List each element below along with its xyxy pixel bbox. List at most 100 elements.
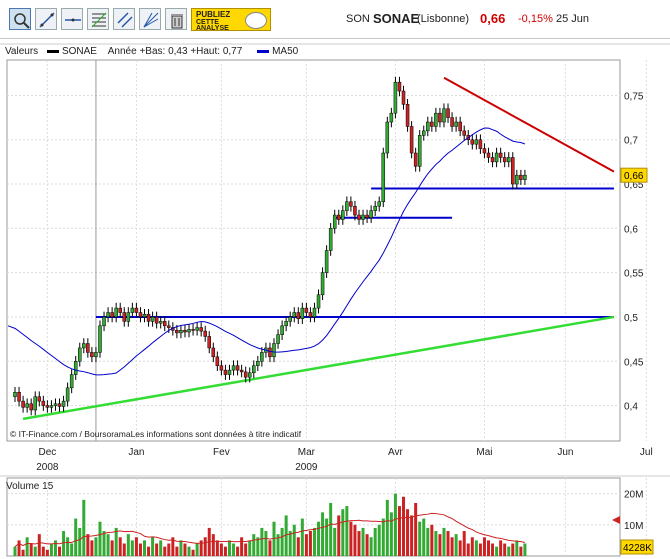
candle-body bbox=[385, 121, 390, 154]
price-tick-label: 0,55 bbox=[624, 269, 644, 280]
candle-body bbox=[191, 329, 195, 331]
volume-bar bbox=[353, 524, 357, 556]
draw-horizontal-line-button[interactable] bbox=[61, 8, 83, 30]
candle-body bbox=[426, 121, 430, 132]
candle-body bbox=[41, 400, 46, 406]
candle-body bbox=[98, 325, 102, 353]
volume-bar bbox=[329, 502, 333, 556]
volume-bar bbox=[272, 521, 276, 556]
candle-body bbox=[316, 294, 321, 309]
candle-body bbox=[470, 139, 475, 145]
candle-body bbox=[438, 112, 442, 123]
candle-body bbox=[33, 396, 37, 411]
month-tick-label: Mar bbox=[298, 447, 316, 458]
volume-bar bbox=[288, 531, 292, 556]
volume-bar bbox=[304, 534, 308, 556]
fibonacci-button[interactable] bbox=[87, 8, 109, 30]
volume-bar bbox=[240, 537, 244, 556]
volume-bar bbox=[280, 527, 284, 556]
candle-body bbox=[482, 148, 487, 154]
candle-body bbox=[353, 205, 357, 216]
candle-body bbox=[337, 214, 341, 220]
chart-legend: Valeurs SONAE Année +Bas: 0,43 +Haut: 0,… bbox=[5, 46, 298, 57]
candle-body bbox=[118, 307, 122, 313]
volume-bar bbox=[434, 531, 438, 556]
candle-body bbox=[175, 329, 179, 334]
credit-text: © IT-Finance.com / BoursoramaLes informa… bbox=[10, 429, 302, 439]
month-tick-label: Fev bbox=[213, 447, 230, 458]
volume-bar bbox=[244, 543, 248, 556]
fan-lines-button[interactable] bbox=[139, 8, 161, 30]
magnifier-icon bbox=[14, 13, 30, 29]
legend-range-text: Année +Bas: 0,43 +Haut: 0,77 bbox=[107, 46, 243, 57]
volume-bar bbox=[341, 509, 345, 556]
candle-body bbox=[381, 152, 386, 203]
candle-body bbox=[21, 400, 25, 408]
volume-label: Volume 15 bbox=[6, 481, 54, 492]
delete-drawings-button[interactable] bbox=[165, 8, 187, 30]
volume-bar bbox=[308, 531, 312, 556]
candle-body bbox=[417, 135, 422, 167]
candle-body bbox=[102, 316, 106, 327]
volume-bar bbox=[474, 540, 478, 556]
volume-bar bbox=[462, 531, 466, 556]
candle-body bbox=[373, 205, 377, 211]
volume-bar bbox=[264, 531, 268, 556]
volume-bar bbox=[118, 537, 122, 556]
publiez-line1: PUBLIEZ bbox=[196, 10, 231, 19]
volume-bar bbox=[260, 527, 264, 556]
candle-body bbox=[207, 336, 212, 349]
price-chart: 0,75 0,7 0,65 0,6 0,55 0,5 0,45 0,4 Dec Jan Fev Mar… bbox=[0, 43, 670, 557]
candle-body bbox=[65, 387, 70, 402]
volume-tick-label: 20M bbox=[624, 490, 643, 501]
candle-body bbox=[300, 307, 305, 319]
volume-bar bbox=[179, 540, 183, 556]
volume-bar bbox=[446, 531, 450, 556]
volume-bar bbox=[466, 543, 470, 556]
candle-body bbox=[73, 361, 78, 375]
candle-body bbox=[45, 405, 50, 408]
candle-body bbox=[199, 327, 203, 332]
volume-bar bbox=[418, 521, 422, 556]
candle-body bbox=[264, 347, 268, 353]
volume-bar bbox=[138, 543, 142, 556]
volume-bar bbox=[98, 521, 102, 556]
volume-bar bbox=[393, 493, 397, 556]
volume-bar bbox=[438, 534, 442, 556]
candle-body bbox=[442, 108, 446, 123]
volume-bar bbox=[130, 540, 134, 556]
volume-bar bbox=[495, 546, 499, 556]
publiez-analyse-button[interactable]: PUBLIEZ CETTE ANALYSE bbox=[191, 8, 271, 32]
candle-body bbox=[17, 392, 21, 402]
candle-body bbox=[82, 343, 86, 349]
candle-body bbox=[203, 330, 207, 337]
volume-bar bbox=[276, 534, 280, 556]
candle-body bbox=[53, 403, 58, 406]
candle-body bbox=[357, 214, 361, 220]
candle-body bbox=[215, 356, 220, 366]
candle-body bbox=[462, 130, 466, 136]
candle-body bbox=[458, 121, 462, 132]
candle-body bbox=[179, 329, 183, 334]
parallel-lines-button[interactable] bbox=[113, 8, 135, 30]
volume-bar bbox=[511, 543, 515, 556]
volume-bar bbox=[45, 549, 49, 556]
legend-series-name: SONAE bbox=[61, 46, 97, 57]
candle-body bbox=[29, 403, 33, 411]
volume-bar bbox=[515, 540, 519, 556]
candle-body bbox=[288, 316, 292, 322]
volume-bar bbox=[507, 546, 511, 556]
zoom-tool-button[interactable] bbox=[9, 8, 31, 30]
candle-body bbox=[90, 352, 94, 358]
candle-body bbox=[86, 343, 90, 353]
volume-bar bbox=[337, 515, 341, 556]
volume-bar bbox=[191, 549, 195, 556]
candle-body bbox=[401, 90, 406, 105]
candle-body bbox=[490, 157, 495, 163]
volume-bar bbox=[175, 546, 179, 556]
volume-bar bbox=[256, 537, 260, 556]
fan-lines-icon bbox=[143, 12, 159, 28]
draw-trendline-button[interactable] bbox=[35, 8, 57, 30]
toolbar: PUBLIEZ CETTE ANALYSE SON SONAE (Lisbonn… bbox=[0, 0, 670, 39]
last-price-marker bbox=[620, 167, 648, 183]
